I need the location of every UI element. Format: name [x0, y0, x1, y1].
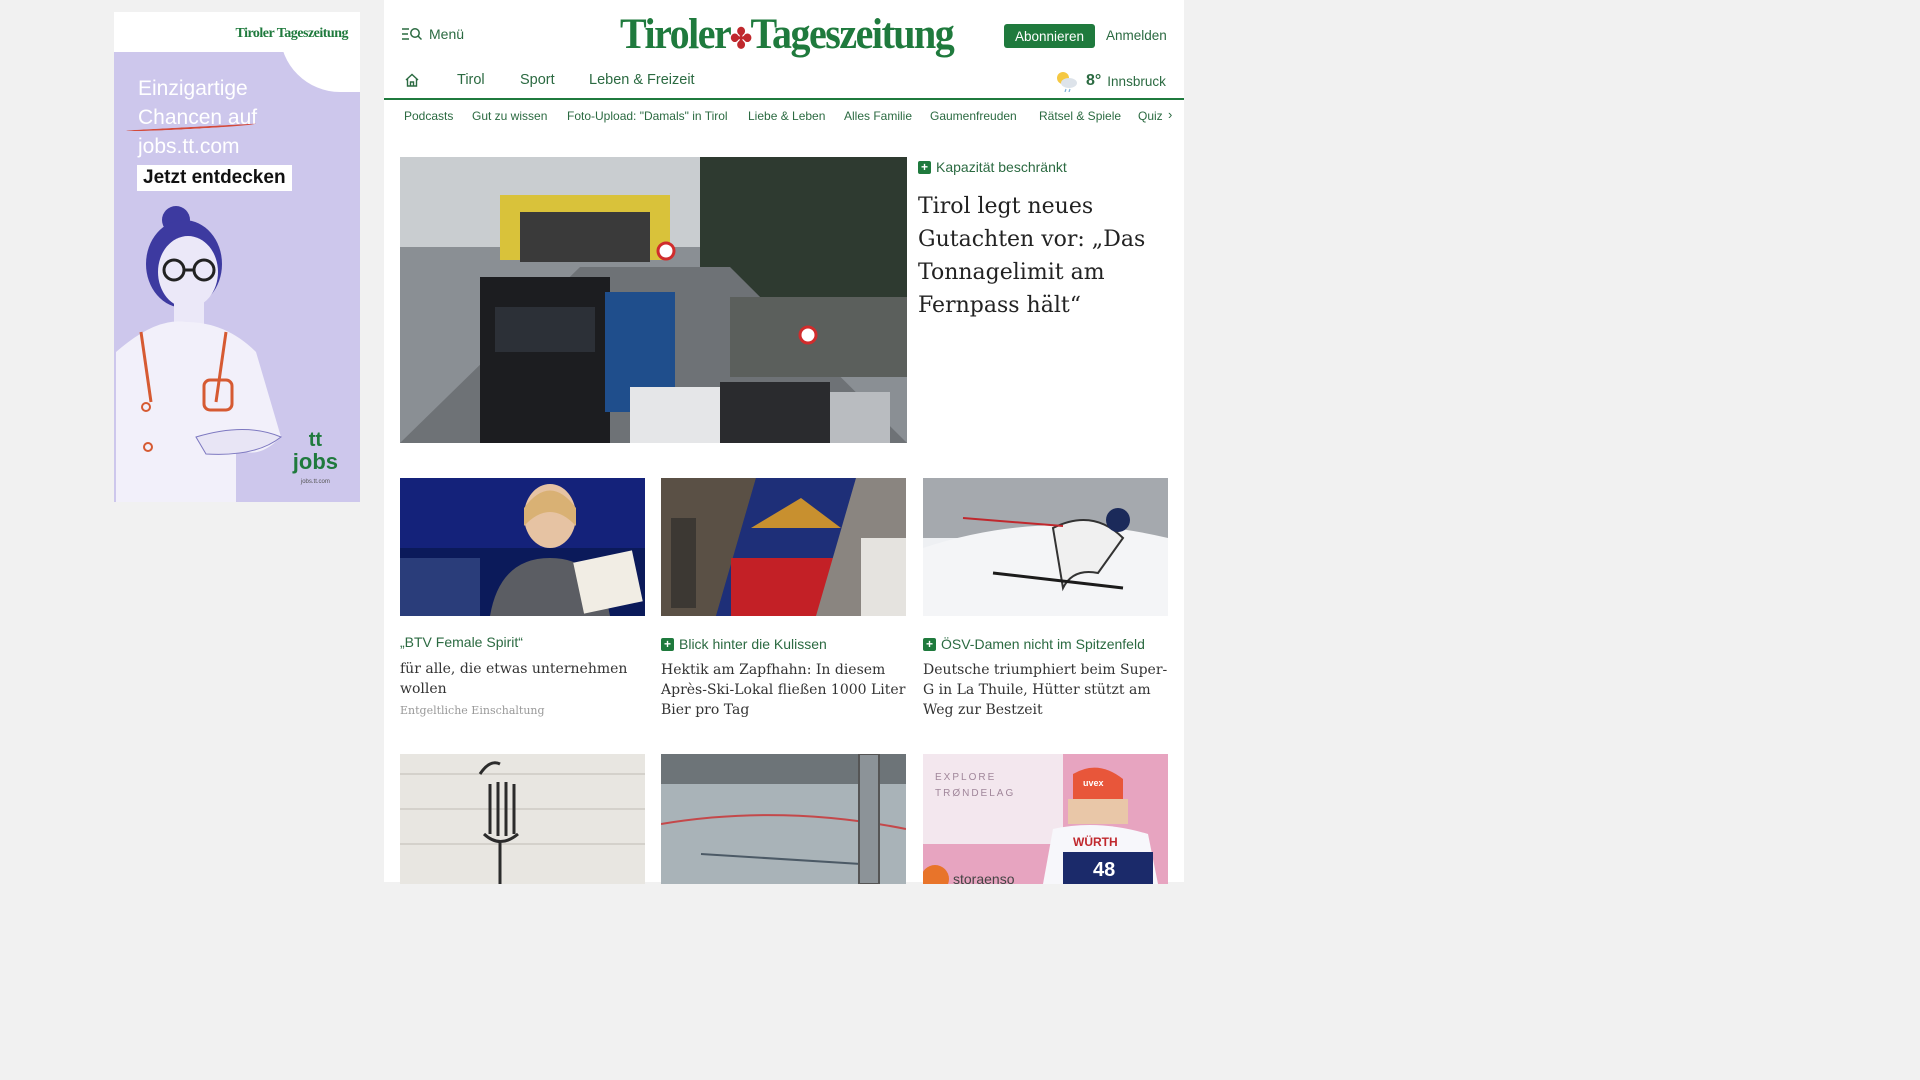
brand-text-left: Tiroler — [620, 9, 732, 58]
card-kicker-text: Blick hinter die Kulissen — [679, 636, 827, 652]
plus-premium-icon: + — [918, 160, 931, 174]
hero-headline[interactable]: Tirol legt neues Gutachten vor: „Das Ton… — [918, 190, 1158, 322]
chevron-right-icon[interactable]: › — [1168, 107, 1172, 122]
ad-headline-line: Einzigartige — [138, 77, 248, 100]
card-image-ski-jumper[interactable]: EXPLORE TRØNDELAG storaenso uvex WÜRTH 4… — [923, 754, 1168, 884]
main-page: Menü Tiroler✤Tageszeitung Abonnieren Anm… — [384, 0, 1184, 884]
menu-button[interactable]: Menü — [402, 26, 464, 42]
card-kicker-text: ÖSV-Damen nicht im Spitzenfeld — [941, 636, 1145, 652]
menu-search-icon — [402, 28, 422, 41]
sub-navigation: Podcasts Gut zu wissen Foto-Upload: "Dam… — [384, 100, 1184, 132]
subnav-item-alles-familie[interactable]: Alles Familie — [844, 109, 912, 123]
card-image-super-g[interactable] — [923, 478, 1168, 616]
plus-premium-icon: + — [923, 637, 936, 651]
bib-sponsor-text: WÜRTH — [1073, 834, 1118, 849]
subscribe-button[interactable]: Abonnieren — [1004, 24, 1095, 48]
subnav-item-foto-upload[interactable]: Foto-Upload: "Damals" in Tirol — [567, 109, 728, 123]
ad-headline: Einzigartige Chancen auf jobs.tt.com — [138, 74, 338, 161]
sponsored-label: Entgeltliche Einschaltung — [400, 704, 545, 717]
brand-text-right: Tageszeitung — [750, 9, 955, 58]
main-nav: Tirol Sport Leben & Freizeit 8° Innsbruc… — [384, 62, 1184, 100]
subnav-item-gaumenfreuden[interactable]: Gaumenfreuden — [930, 109, 1017, 123]
card-headline[interactable]: Deutsche triumphiert beim Super-G in La … — [923, 660, 1168, 720]
bib-number-text: 48 — [1093, 859, 1115, 881]
hero-image-trucks-fernpass[interactable] — [400, 157, 907, 443]
card-image-pitchfork[interactable] — [400, 754, 645, 884]
card-kicker[interactable]: + ÖSV-Damen nicht im Spitzenfeld — [923, 636, 1168, 652]
card-kicker[interactable]: „BTV Female Spirit“ — [400, 634, 645, 650]
explore-sign-text: EXPLORE — [935, 772, 996, 783]
card-image-btv-female-spirit[interactable] — [400, 478, 645, 616]
card-headline[interactable]: für alle, die etwas unternehmen wollen — [400, 659, 645, 699]
menu-label: Menü — [429, 26, 465, 42]
site-logo[interactable]: Tiroler✤Tageszeitung — [620, 8, 955, 59]
login-link[interactable]: Anmelden — [1106, 28, 1167, 43]
card-image-ice-rink[interactable] — [661, 754, 906, 884]
weather-city: Innsbruck — [1107, 73, 1166, 89]
job-advertisement[interactable]: Tiroler Tageszeitung Einzigartige Chance… — [114, 12, 360, 502]
hero-kicker-text: Kapazität beschränkt — [936, 159, 1067, 175]
sun-cloud-rain-icon — [1057, 72, 1077, 92]
subnav-item-raetsel-spiele[interactable]: Rätsel & Spiele — [1039, 109, 1121, 123]
hero-kicker[interactable]: + Kapazität beschränkt — [918, 159, 1067, 175]
ad-tt-text: tt — [308, 429, 323, 451]
subnav-item-quiz[interactable]: Quiz — [1138, 109, 1163, 123]
nav-item-sport[interactable]: Sport — [520, 72, 555, 88]
card-kicker[interactable]: + Blick hinter die Kulissen — [661, 636, 906, 652]
ad-url-text: jobs.tt.com — [300, 479, 330, 485]
weather-temperature: 8° — [1086, 72, 1102, 89]
card-kicker-text: „BTV Female Spirit“ — [400, 634, 523, 650]
nav-item-leben-freizeit[interactable]: Leben & Freizeit — [589, 72, 695, 88]
ad-cta-button[interactable]: Jetzt entdecken — [137, 165, 292, 191]
explore-sign-text: TRØNDELAG — [935, 788, 1015, 799]
subnav-item-gut-zu-wissen[interactable]: Gut zu wissen — [472, 109, 547, 123]
ad-logo: Tiroler Tageszeitung — [235, 26, 348, 41]
subnav-item-podcasts[interactable]: Podcasts — [404, 109, 453, 123]
home-icon[interactable] — [404, 72, 420, 88]
helmet-brand-text: uvex — [1083, 778, 1104, 788]
tyrol-eagle-icon: ✤ — [730, 23, 752, 55]
plus-premium-icon: + — [661, 637, 674, 651]
subnav-item-liebe-leben[interactable]: Liebe & Leben — [748, 109, 825, 123]
sponsor-banner-text: storaenso — [953, 871, 1015, 884]
ad-headline-line: jobs.tt.com — [138, 135, 240, 158]
card-headline[interactable]: Hektik am Zapfhahn: In diesem Après-Ski-… — [661, 660, 906, 720]
card-image-apres-ski[interactable] — [661, 478, 906, 616]
nav-item-tirol[interactable]: Tirol — [457, 72, 485, 88]
ad-person-illustration — [116, 206, 282, 502]
ad-jobs-text: jobs — [292, 449, 338, 474]
ad-tt-jobs-logo: tt jobs jobs.tt.com — [293, 430, 338, 492]
weather-widget[interactable]: 8° Innsbruck — [1054, 70, 1166, 92]
